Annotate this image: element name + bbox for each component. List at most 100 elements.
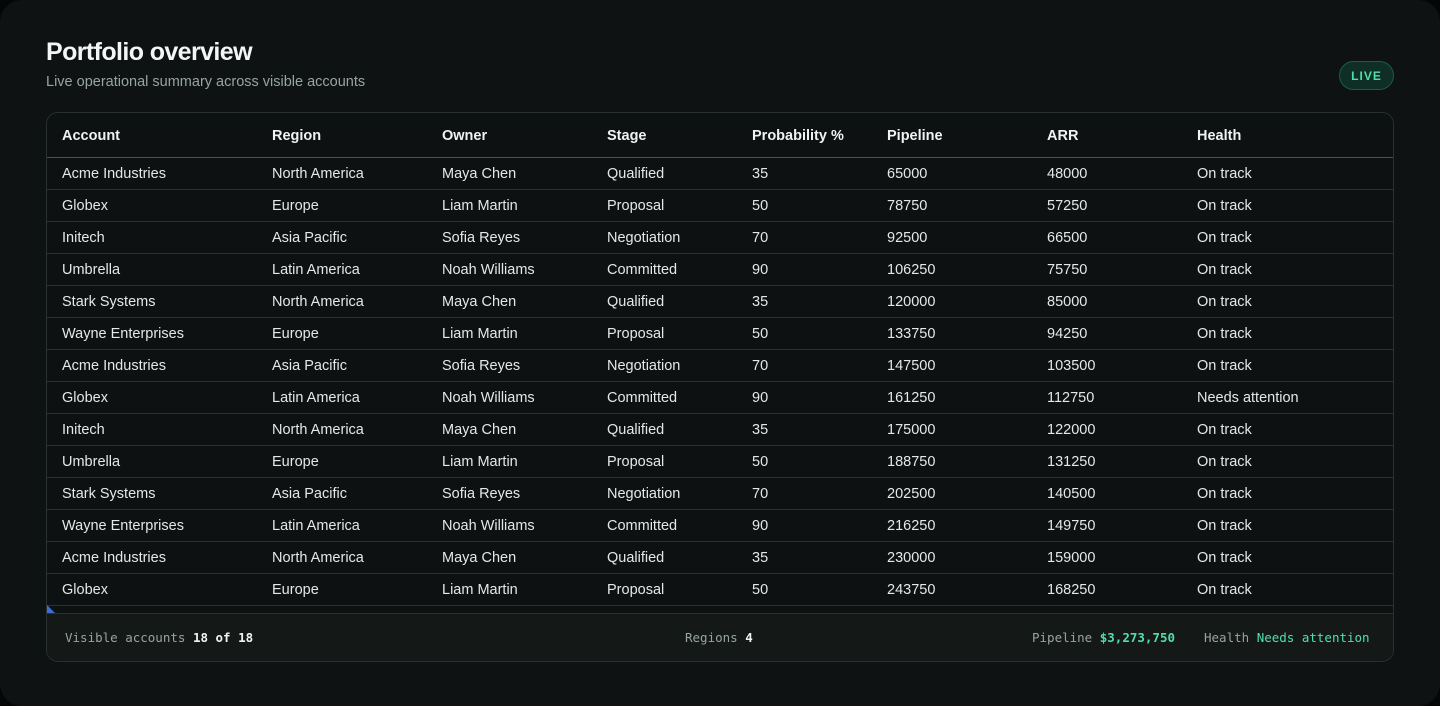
cell-arr: 159000 [1047,550,1096,566]
cell-health: On track [1197,454,1252,470]
table-row[interactable]: Acme Industries North America Maya Chen Qua… [47,542,1393,574]
cell-region: North America [272,294,364,310]
cell-arr: 122000 [1047,422,1096,438]
table-row[interactable]: Acme Industries Asia Pacific Sofia Reyes Ne… [47,350,1393,382]
cell-account: Globex [62,198,108,214]
column-header-stage[interactable]: Stage [607,128,647,144]
cell-region: Europe [272,198,319,214]
cell-stage: Proposal [607,326,665,342]
regions-label: Regions [685,630,738,645]
cell-arr: 140500 [1047,486,1096,502]
cell-account: Globex [62,582,108,598]
cell-region: Latin America [272,262,360,278]
table-row[interactable]: Globex Europe Liam Martin Proposal 50 78750 57… [47,190,1393,222]
cell-owner: Noah Williams [442,262,535,278]
cell-account: Globex [62,390,108,406]
column-header-pipeline[interactable]: Pipeline [887,128,943,144]
cell-pipeline: 175000 [887,422,936,438]
cell-probability: 70 [752,358,769,374]
table-row[interactable]: Stark Systems Asia Pacific Sofia Reyes Nego… [47,478,1393,510]
table-row[interactable]: Globex Europe Liam Martin Proposal 50 243750 1… [47,574,1393,606]
cell-pipeline: 161250 [887,390,936,406]
table-row[interactable]: Acme Industries North America Maya Chen Qua… [47,158,1393,190]
cell-stage: Proposal [607,454,665,470]
cell-region: Latin America [272,390,360,406]
table-row[interactable]: Globex Latin America Noah Williams Committe… [47,382,1393,414]
cell-pipeline: 133750 [887,326,936,342]
accounts-table: Account Region Owner Stage Probability %… [46,112,1394,662]
cell-health: On track [1197,582,1252,598]
table-row[interactable]: Stark Systems North America Maya Chen Quali… [47,286,1393,318]
table-row[interactable]: Umbrella Latin America Noah Williams Commit… [47,254,1393,286]
health-summary: Health Needs attention [1204,630,1370,645]
cell-probability: 50 [752,326,769,342]
column-header-health[interactable]: Health [1197,128,1241,144]
cell-region: Europe [272,582,319,598]
cell-stage: Negotiation [607,486,681,502]
cell-health: On track [1197,518,1252,534]
cell-owner: Liam Martin [442,454,518,470]
cell-account: Acme Industries [62,358,166,374]
page-subtitle: Live operational summary across visible … [46,74,366,90]
cell-region: Asia Pacific [272,358,347,374]
cell-region: North America [272,166,364,182]
table-body[interactable]: Acme Industries North America Maya Chen Qua… [47,158,1393,613]
regions-value: 4 [745,630,753,645]
cell-health: On track [1197,198,1252,214]
cell-probability: 50 [752,198,769,214]
cell-probability: 70 [752,486,769,502]
cell-owner: Liam Martin [442,198,518,214]
cell-arr: 112750 [1047,390,1095,406]
cell-region: Asia Pacific [272,486,347,502]
cell-health: On track [1197,262,1252,278]
cell-account: Initech [62,230,105,246]
table-row[interactable]: Umbrella Europe Liam Martin Proposal 50 18875… [47,446,1393,478]
column-header-probability[interactable]: Probability % [752,128,844,144]
cell-account: Wayne Enterprises [62,326,184,342]
cell-pipeline: 216250 [887,518,936,534]
visible-accounts-value: 18 of 18 [192,630,254,645]
column-header-arr[interactable]: ARR [1047,128,1078,144]
cell-health: On track [1197,294,1252,310]
cell-arr: 168250 [1047,582,1096,598]
column-header-account[interactable]: Account [62,128,120,144]
cell-pipeline: 202500 [887,486,936,502]
table-row[interactable]: Wayne Enterprises Europe Liam Martin Propos… [47,318,1393,350]
cell-stage: Negotiation [607,230,681,246]
cell-arr: 94250 [1047,326,1088,342]
table-row[interactable]: Wayne Enterprises Latin America Noah Willi… [47,510,1393,542]
cell-arr: 48000 [1047,166,1088,182]
cell-health: On track [1197,358,1252,374]
table-footer: Visible accounts 18 of 18 Regions 4 Pipe… [47,613,1393,661]
cell-stage: Negotiation [607,358,681,374]
cell-owner: Maya Chen [442,550,517,566]
cell-stage: Qualified [607,550,665,566]
table-row[interactable]: Initech Asia Pacific Sofia Reyes Negotiatio… [47,222,1393,254]
pipeline-summary: Pipeline $3,273,750 [1032,630,1175,645]
cell-region: Europe [272,326,319,342]
cell-probability: 90 [752,390,769,406]
cell-probability: 90 [752,262,769,278]
column-header-owner[interactable]: Owner [442,128,487,144]
cell-arr: 149750 [1047,518,1096,534]
portfolio-panel: Portfolio overview Live operational summ… [0,0,1440,706]
cell-health: On track [1197,166,1252,182]
column-header-region[interactable]: Region [272,128,321,144]
cell-arr: 85000 [1047,294,1088,310]
cell-probability: 70 [752,230,769,246]
resize-handle-icon[interactable] [47,605,55,613]
pipeline-label: Pipeline [1032,630,1093,645]
cell-owner: Maya Chen [442,294,517,310]
table-row[interactable]: Initech North America Maya Chen Qualified 35… [47,414,1393,446]
regions-summary: Regions 4 [685,630,753,645]
cell-account: Acme Industries [62,166,166,182]
cell-health: Needs attention [1197,390,1299,406]
cell-owner: Noah Williams [442,390,535,406]
cell-pipeline: 120000 [887,294,936,310]
health-status-value: Needs attention [1256,630,1370,645]
cell-pipeline: 243750 [887,582,936,598]
cell-owner: Maya Chen [442,422,517,438]
cell-region: Europe [272,454,319,470]
cell-owner: Liam Martin [442,326,518,342]
live-status-badge: LIVE [1339,61,1394,90]
